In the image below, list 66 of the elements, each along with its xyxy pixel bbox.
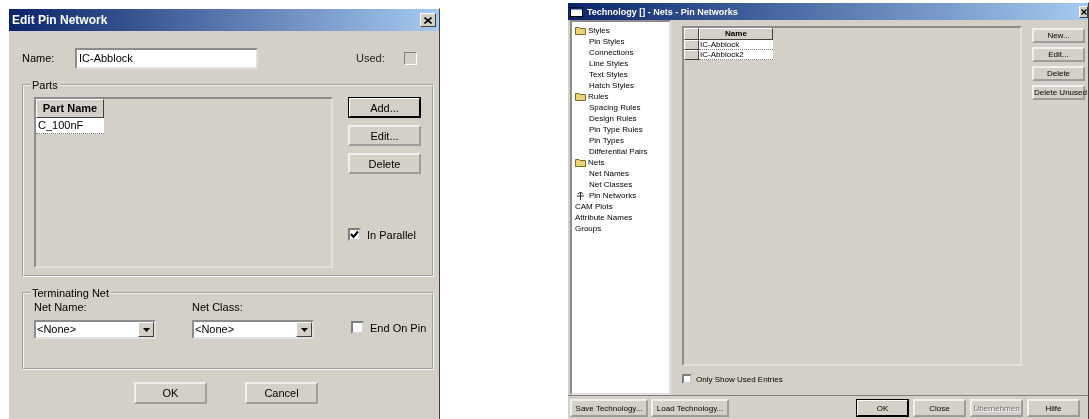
dialog-button[interactable]: OK — [856, 399, 909, 417]
action-button[interactable]: Add... — [348, 97, 421, 118]
tree-item[interactable]: CAM Plots — [572, 201, 669, 212]
close-icon — [424, 16, 432, 24]
dropdown[interactable]: <None> — [192, 320, 314, 339]
tree-item[interactable]: Spacing Rules — [572, 102, 669, 113]
dialog-button[interactable]: Close — [913, 399, 966, 417]
caret-icon — [142, 327, 150, 332]
tree-item[interactable]: Design Rules — [572, 113, 669, 124]
name-field[interactable]: IC-Abblock — [75, 47, 258, 69]
tree-item[interactable]: Styles — [572, 25, 669, 36]
checkbox-label: Only Show Used Entries — [696, 374, 783, 384]
folder-icon — [575, 26, 586, 35]
table-cell[interactable]: C_100nF — [36, 118, 104, 134]
dialog-button[interactable]: Save Technology... — [570, 399, 648, 417]
dialog-button[interactable]: Hilfe — [1027, 399, 1080, 417]
tree-item[interactable]: Pin Types — [572, 135, 669, 146]
folder-icon — [575, 158, 586, 167]
table-cell[interactable]: IC-Abblock2 — [699, 50, 773, 60]
column-header[interactable]: Part Name — [36, 99, 104, 118]
folder-icon — [575, 92, 586, 101]
dialog-button[interactable]: Load Technology... — [651, 399, 729, 417]
tree-item[interactable]: Differential Pairs — [572, 146, 669, 157]
tree-item[interactable]: Pin Type Rules — [572, 124, 669, 135]
check-icon — [350, 230, 359, 239]
tree-item[interactable]: Net Names — [572, 168, 669, 179]
tree-item[interactable]: Line Styles — [572, 58, 669, 69]
tree-item[interactable]: Attribute Names — [572, 212, 669, 223]
tree-item[interactable]: Pin Networks — [572, 190, 669, 201]
field-label: Name: — [22, 52, 56, 64]
action-button[interactable]: Delete — [348, 153, 421, 174]
tree-item[interactable]: Rules — [572, 91, 669, 102]
window-title: Technology [] - Nets - Pin Networks — [587, 6, 739, 17]
action-button[interactable]: Delete Unused — [1032, 85, 1085, 100]
column-header[interactable]: Name — [699, 28, 773, 40]
tree-item[interactable]: Pin Styles — [572, 36, 669, 47]
caret-icon — [300, 327, 308, 332]
dialog-button[interactable]: Cancel — [245, 382, 318, 404]
close-button[interactable] — [420, 13, 436, 27]
dialog-button[interactable]: OK — [134, 382, 207, 404]
tree-item[interactable]: Connections — [572, 47, 669, 58]
tree-item[interactable]: Text Styles — [572, 69, 669, 80]
field-label: Net Name: — [34, 301, 88, 315]
close-button[interactable] — [1079, 5, 1088, 18]
group-label: Terminating Net — [31, 287, 111, 299]
dropdown[interactable]: <None> — [34, 320, 156, 339]
group-label: Parts — [31, 79, 59, 91]
checkbox-label: End On Pin — [370, 321, 427, 334]
action-button[interactable]: New... — [1032, 28, 1085, 43]
checkbox-label: In Parallel — [367, 228, 416, 241]
window-title: Edit Pin Network — [12, 13, 109, 27]
tree-item[interactable]: Groups — [572, 223, 669, 234]
tree-item[interactable]: Net Classes — [572, 179, 669, 190]
tree-item[interactable]: Hatch Styles — [572, 80, 669, 91]
tree-item[interactable]: Nets — [572, 157, 669, 168]
field-label: Used: — [356, 52, 386, 64]
field-label: Net Class: — [192, 301, 244, 315]
action-button[interactable]: Edit... — [348, 125, 421, 146]
window-icon — [570, 6, 583, 17]
arrow-icon — [577, 191, 584, 200]
close-icon — [1080, 8, 1087, 15]
action-button[interactable]: Delete — [1032, 66, 1085, 81]
checkbox[interactable] — [404, 51, 417, 65]
row-header[interactable] — [684, 50, 699, 60]
action-button[interactable]: Edit... — [1032, 47, 1085, 62]
row-header[interactable] — [684, 40, 699, 50]
